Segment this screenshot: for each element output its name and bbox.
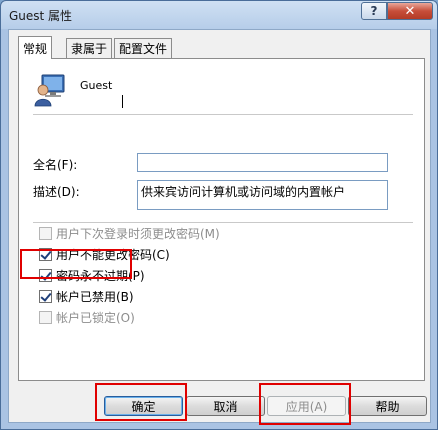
general-tab-panel: Guest 全名(F): 描述(D): 供来宾访问计算机或访问域的内置帐户 用户… <box>18 58 425 381</box>
checkbox[interactable] <box>39 226 52 240</box>
divider <box>33 114 413 115</box>
checkbox[interactable] <box>39 247 52 261</box>
option-label: 用户不能更改密码(C) <box>56 247 170 262</box>
tab-member-of[interactable]: 隶属于 <box>66 38 113 58</box>
divider <box>33 222 413 223</box>
text-caret <box>122 95 123 108</box>
option-account-disabled[interactable]: 帐户已禁用(B) <box>39 288 134 304</box>
checkbox[interactable] <box>39 310 52 324</box>
tab-label: 配置文件 <box>119 42 168 56</box>
option-must-change-password[interactable]: 用户下次登录时须更改密码(M) <box>39 225 220 241</box>
checkbox[interactable] <box>39 289 52 303</box>
title-bar[interactable]: Guest 属性 ? ✕ <box>1 1 437 29</box>
fullname-input[interactable] <box>137 153 388 172</box>
fullname-label: 全名(F): <box>33 158 78 172</box>
close-button[interactable]: ✕ <box>387 2 433 20</box>
option-cannot-change-password[interactable]: 用户不能更改密码(C) <box>39 246 170 262</box>
ok-button[interactable]: 确定 <box>104 396 183 416</box>
user-name: Guest <box>80 79 113 92</box>
help-button[interactable]: 帮助 <box>348 396 427 416</box>
apply-button[interactable]: 应用(A) <box>267 396 346 416</box>
option-label: 帐户已锁定(O) <box>56 310 135 325</box>
tab-profile[interactable]: 配置文件 <box>114 38 173 58</box>
tab-label: 常规 <box>23 41 48 56</box>
dialog-window: Guest 属性 ? ✕ 常规 隶属于 配置文件 Guest 全名(F): 描述… <box>0 0 438 430</box>
description-text: 供来宾访问计算机或访问域的内置帐户 <box>141 185 346 199</box>
help-title-button[interactable]: ? <box>361 2 387 20</box>
dialog-client: 常规 隶属于 配置文件 Guest 全名(F): 描述(D): 供来宾访问计算机… <box>8 29 431 423</box>
close-icon: ✕ <box>404 3 416 19</box>
tab-label: 隶属于 <box>71 42 108 56</box>
option-label: 密码永不过期(P) <box>56 268 145 283</box>
user-account-icon <box>34 74 65 107</box>
option-label: 帐户已禁用(B) <box>56 289 134 304</box>
question-icon: ? <box>370 4 378 18</box>
description-label: 描述(D): <box>33 185 80 199</box>
option-password-never-expires[interactable]: 密码永不过期(P) <box>39 267 145 283</box>
checkbox[interactable] <box>39 268 52 282</box>
option-label: 用户下次登录时须更改密码(M) <box>56 226 220 241</box>
description-input[interactable]: 供来宾访问计算机或访问域的内置帐户 <box>137 180 388 210</box>
option-account-locked[interactable]: 帐户已锁定(O) <box>39 309 135 325</box>
tab-general[interactable]: 常规 <box>18 36 53 59</box>
window-title: Guest 属性 <box>9 9 73 23</box>
cancel-button[interactable]: 取消 <box>186 396 265 416</box>
